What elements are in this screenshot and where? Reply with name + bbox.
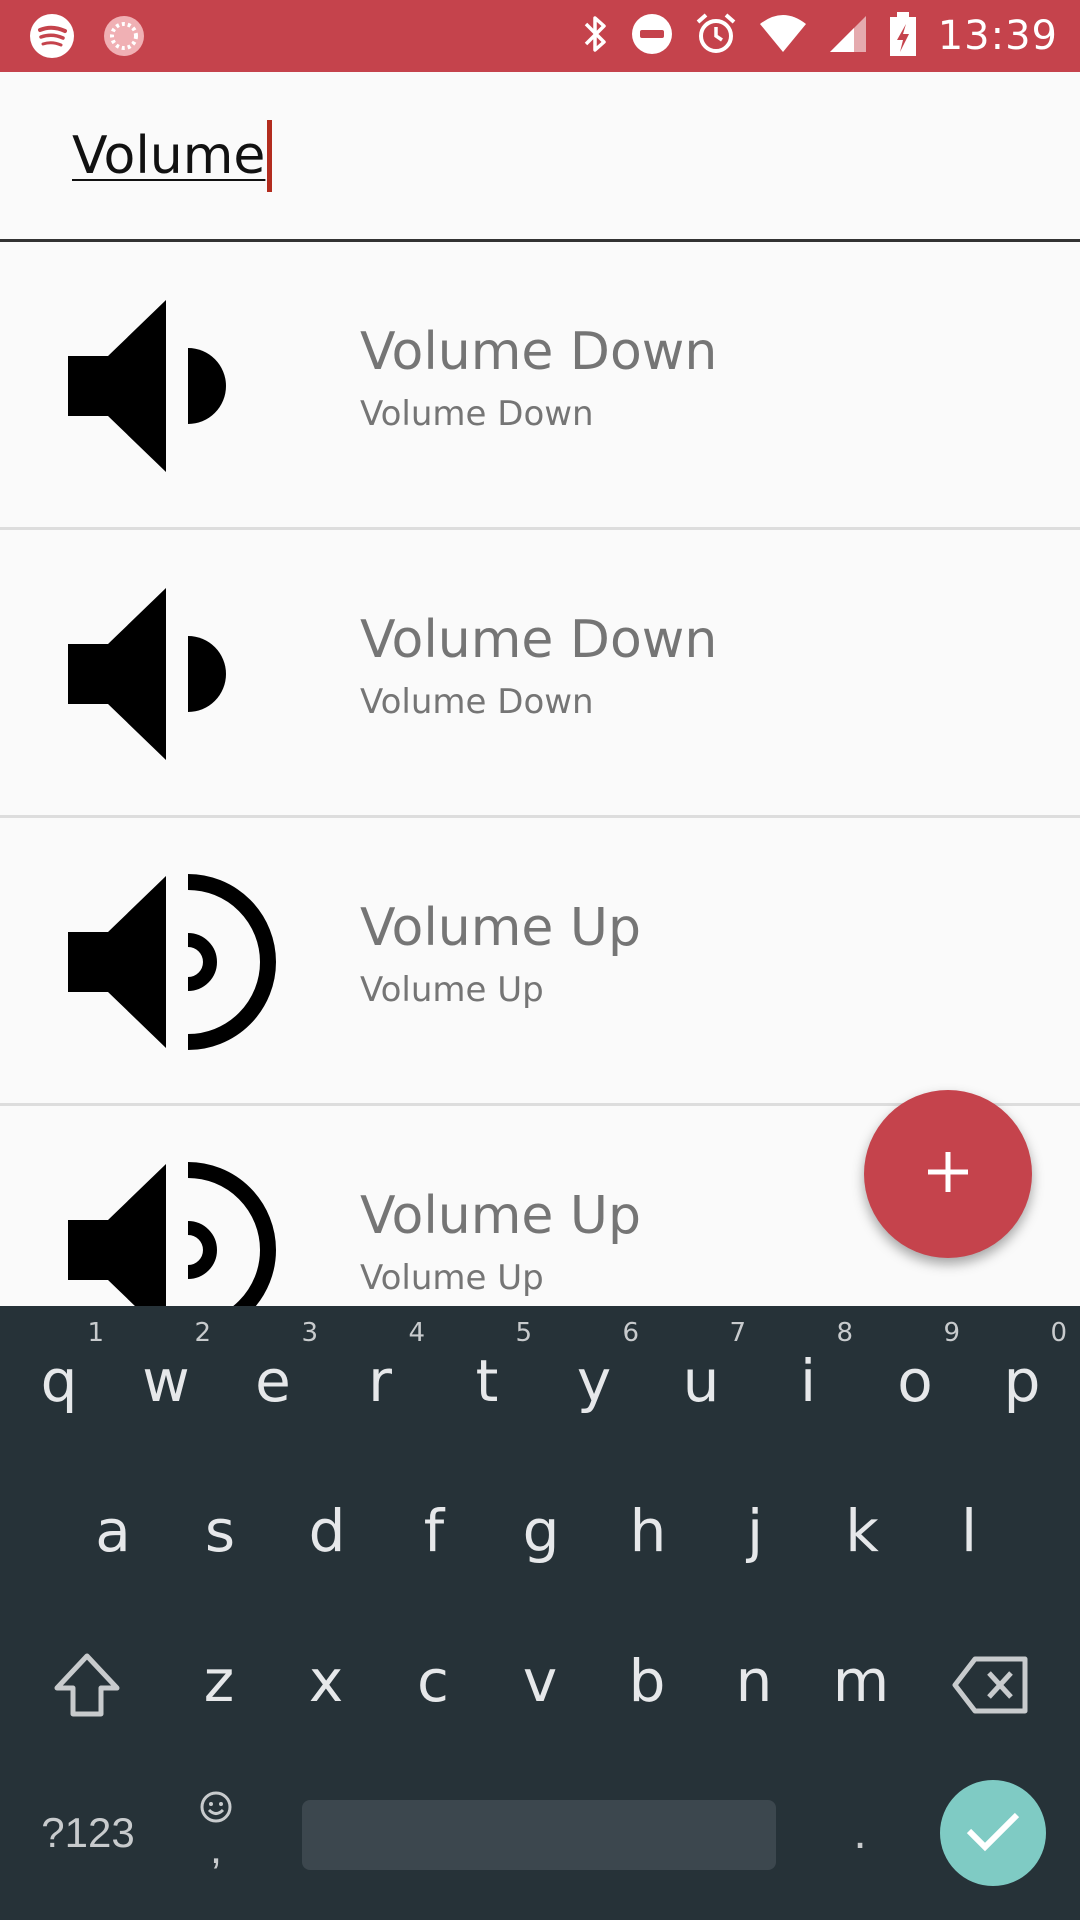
- key-label: t: [475, 1347, 499, 1415]
- spotify-icon: [28, 12, 76, 65]
- key-e[interactable]: e3: [220, 1306, 326, 1456]
- list-item-subtitle: Volume Down: [360, 394, 594, 434]
- space-bar[interactable]: [302, 1800, 776, 1870]
- period-key[interactable]: .: [820, 1780, 900, 1886]
- key-hint: 6: [622, 1318, 639, 1348]
- key-g[interactable]: g: [488, 1456, 594, 1606]
- list-item-subtitle: Volume Up: [360, 1258, 544, 1298]
- comma-label: ,: [209, 1824, 223, 1873]
- checkmark-icon: [965, 1809, 1021, 1858]
- soft-keyboard: q1w2e3r4t5y6u7i8o9p0 asdfghjkl zxcvbnm ?…: [0, 1306, 1080, 1920]
- key-label: i: [799, 1347, 817, 1415]
- shift-icon: [51, 1647, 123, 1717]
- search-bar[interactable]: Volume: [0, 72, 1080, 242]
- key-a[interactable]: a: [60, 1456, 166, 1606]
- key-q[interactable]: q1: [6, 1306, 112, 1456]
- keyboard-row-1: q1w2e3r4t5y6u7i8o9p0: [0, 1306, 1080, 1456]
- list-item[interactable]: Volume Up Volume Up: [0, 818, 1080, 1106]
- key-label: p: [1003, 1347, 1041, 1415]
- key-z[interactable]: z: [166, 1606, 272, 1756]
- search-input[interactable]: Volume: [72, 126, 265, 186]
- list-item-title: Volume Up: [360, 898, 641, 958]
- key-hint: 2: [194, 1318, 211, 1348]
- status-bar: 13:39: [0, 0, 1080, 72]
- bluetooth-icon: [580, 12, 610, 61]
- key-hint: 8: [836, 1318, 853, 1348]
- key-r[interactable]: r4: [327, 1306, 433, 1456]
- shift-key[interactable]: [34, 1606, 140, 1756]
- list-item-subtitle: Volume Down: [360, 682, 594, 722]
- key-t[interactable]: t5: [434, 1306, 540, 1456]
- done-key[interactable]: [940, 1780, 1046, 1886]
- wifi-icon: [758, 12, 808, 61]
- symbols-key[interactable]: ?123: [28, 1780, 148, 1886]
- key-hint: 1: [87, 1318, 104, 1348]
- keyboard-row-2: asdfghjkl: [0, 1456, 1080, 1606]
- do-not-disturb-icon: [630, 12, 674, 61]
- emoji-comma-key[interactable]: ,: [176, 1776, 256, 1896]
- add-icon: [924, 1148, 972, 1201]
- key-y[interactable]: y6: [541, 1306, 647, 1456]
- volume-up-icon: [68, 872, 288, 1052]
- key-label: y: [576, 1347, 612, 1415]
- key-f[interactable]: f: [381, 1456, 487, 1606]
- battery-charging-icon: [888, 10, 918, 63]
- key-u[interactable]: u7: [648, 1306, 754, 1456]
- key-label: o: [897, 1347, 933, 1415]
- key-hint: 3: [301, 1318, 318, 1348]
- cell-signal-icon: [828, 12, 868, 61]
- key-hint: 0: [1050, 1318, 1067, 1348]
- key-c[interactable]: c: [380, 1606, 486, 1756]
- key-x[interactable]: x: [273, 1606, 379, 1756]
- key-hint: 4: [408, 1318, 425, 1348]
- key-hint: 9: [943, 1318, 960, 1348]
- list-item-title: Volume Down: [360, 610, 718, 670]
- loading-app-icon: [102, 14, 146, 63]
- keyboard-row-3: zxcvbnm: [0, 1606, 1080, 1756]
- alarm-icon: [694, 12, 738, 61]
- backspace-key[interactable]: [938, 1606, 1044, 1756]
- key-s[interactable]: s: [167, 1456, 273, 1606]
- key-i[interactable]: i8: [755, 1306, 861, 1456]
- key-v[interactable]: v: [487, 1606, 593, 1756]
- list-item-subtitle: Volume Up: [360, 970, 544, 1010]
- key-hint: 7: [729, 1318, 746, 1348]
- text-cursor: [267, 120, 273, 192]
- key-label: e: [255, 1347, 291, 1415]
- key-l[interactable]: l: [916, 1456, 1022, 1606]
- key-label: q: [40, 1347, 78, 1415]
- key-m[interactable]: m: [808, 1606, 914, 1756]
- backspace-icon: [951, 1647, 1031, 1715]
- volume-up-icon: [68, 1160, 288, 1306]
- list-item-title: Volume Down: [360, 322, 718, 382]
- list-item[interactable]: Volume Down Volume Down: [0, 530, 1080, 818]
- volume-down-icon: [68, 296, 288, 476]
- key-d[interactable]: d: [274, 1456, 380, 1606]
- key-o[interactable]: o9: [862, 1306, 968, 1456]
- key-n[interactable]: n: [701, 1606, 807, 1756]
- add-button[interactable]: [864, 1090, 1032, 1258]
- list-item-title: Volume Up: [360, 1186, 641, 1246]
- list-item[interactable]: Volume Down Volume Down: [0, 242, 1080, 530]
- key-hint: 5: [515, 1318, 532, 1348]
- key-w[interactable]: w2: [113, 1306, 219, 1456]
- key-label: u: [682, 1347, 720, 1415]
- key-j[interactable]: j: [702, 1456, 808, 1606]
- key-p[interactable]: p0: [969, 1306, 1075, 1456]
- key-label: r: [368, 1347, 392, 1415]
- key-b[interactable]: b: [594, 1606, 700, 1756]
- volume-down-icon: [68, 584, 288, 764]
- key-label: w: [142, 1347, 190, 1415]
- key-k[interactable]: k: [809, 1456, 915, 1606]
- key-h[interactable]: h: [595, 1456, 701, 1606]
- clock-time: 13:39: [937, 13, 1058, 59]
